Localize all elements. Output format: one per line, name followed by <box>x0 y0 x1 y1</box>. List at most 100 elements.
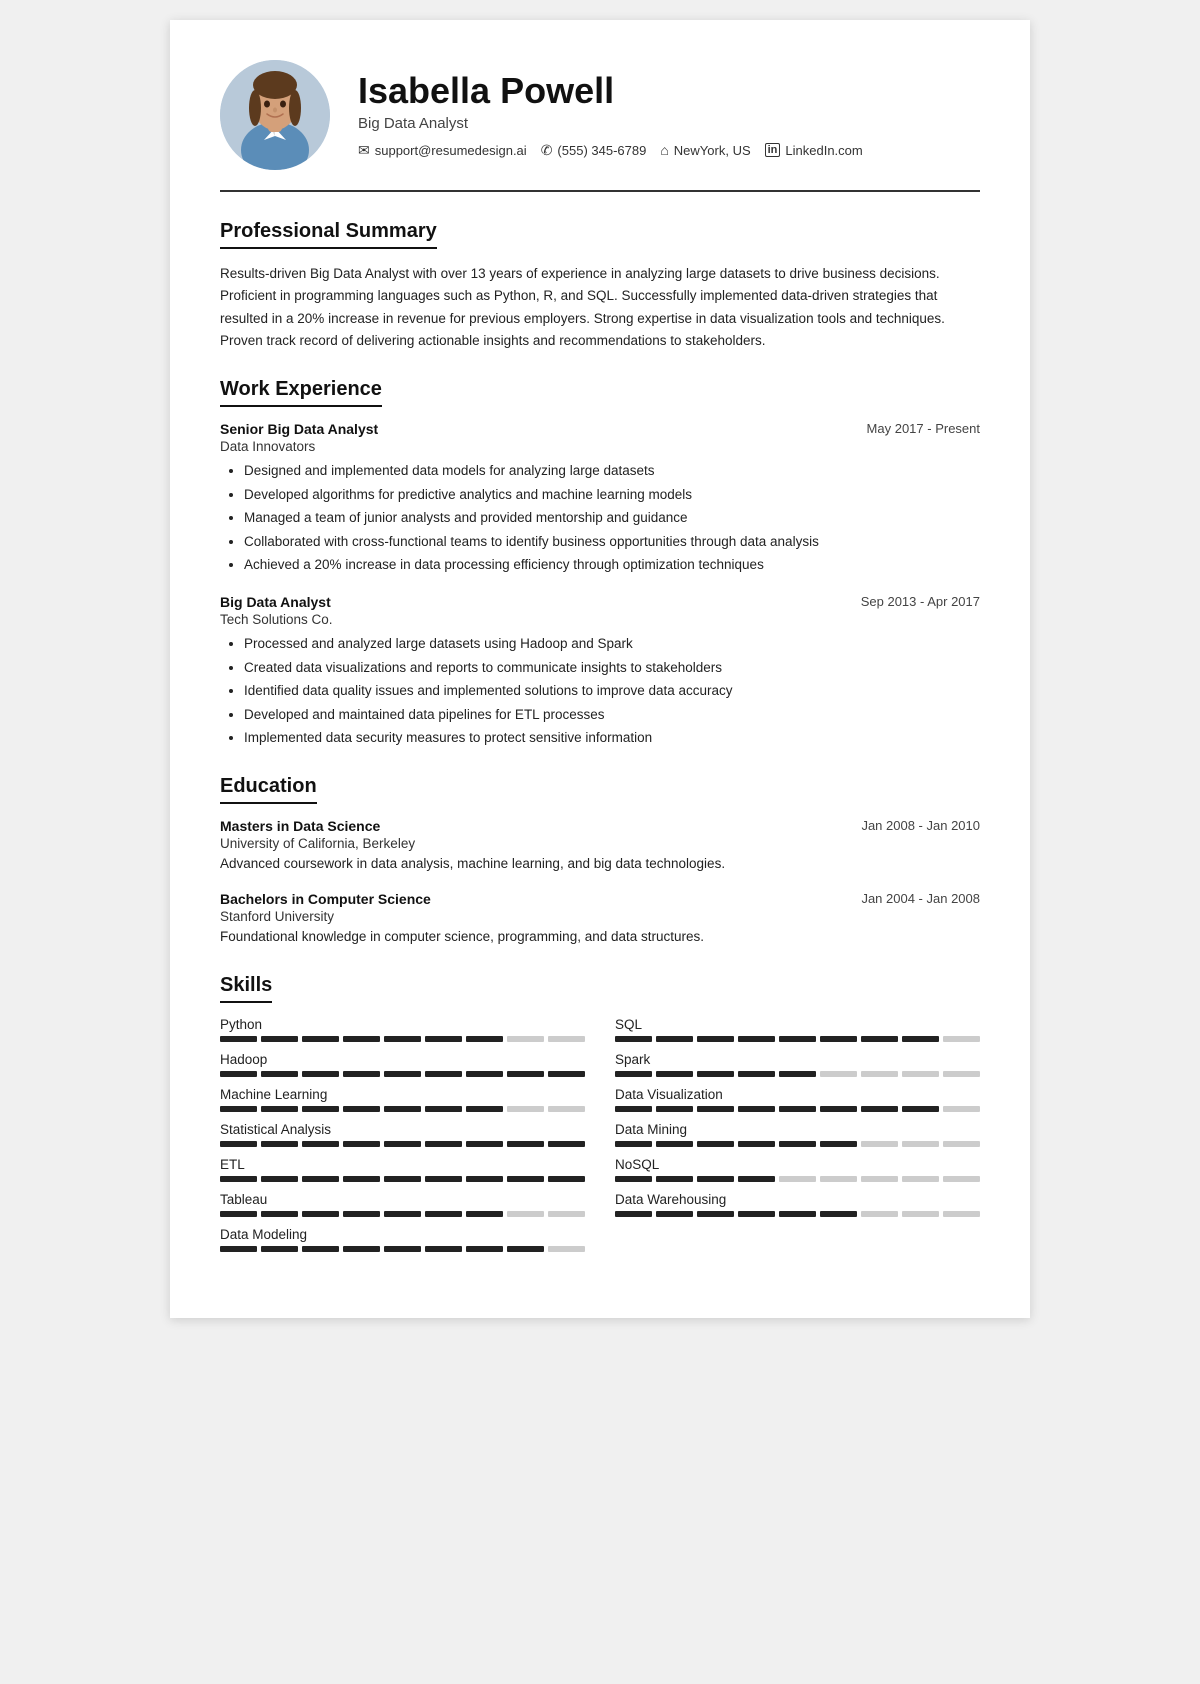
skill-item-7: Data Mining <box>615 1122 980 1147</box>
skill-segment <box>820 1106 857 1112</box>
skill-segment <box>507 1071 544 1077</box>
location-icon: ⌂ <box>660 142 668 158</box>
skills-section: Skills PythonSQLHadoopSparkMachine Learn… <box>220 974 980 1252</box>
resume-header: Isabella Powell Big Data Analyst ✉ suppo… <box>220 60 980 192</box>
skill-segment <box>902 1211 939 1217</box>
skill-segment <box>902 1176 939 1182</box>
skill-segment <box>466 1176 503 1182</box>
job-0-header: Senior Big Data Analyst May 2017 - Prese… <box>220 421 980 437</box>
skill-segment <box>343 1246 380 1252</box>
skill-name-4: Machine Learning <box>220 1087 585 1102</box>
job-0-date: May 2017 - Present <box>867 421 980 436</box>
skill-segment <box>779 1036 816 1042</box>
skills-title: Skills <box>220 974 272 1003</box>
edu-1-desc: Foundational knowledge in computer scien… <box>220 927 980 948</box>
skill-segment <box>343 1141 380 1147</box>
contact-list: ✉ support@resumedesign.ai ✆ (555) 345-67… <box>358 142 980 159</box>
skill-segment <box>861 1211 898 1217</box>
skill-segment <box>820 1176 857 1182</box>
skill-bar-12 <box>220 1246 585 1252</box>
job-0-company: Data Innovators <box>220 439 980 454</box>
phone-value: (555) 345-6789 <box>557 143 646 158</box>
skill-segment <box>548 1211 585 1217</box>
skill-segment <box>220 1211 257 1217</box>
avatar <box>220 60 330 170</box>
skill-segment <box>425 1106 462 1112</box>
edu-0-desc: Advanced coursework in data analysis, ma… <box>220 854 980 875</box>
skill-segment <box>384 1246 421 1252</box>
email-value: support@resumedesign.ai <box>375 143 527 158</box>
summary-section: Professional Summary Results-driven Big … <box>220 220 980 352</box>
skill-segment <box>861 1176 898 1182</box>
skill-segment <box>615 1211 652 1217</box>
skill-name-12: Data Modeling <box>220 1227 585 1242</box>
skill-segment <box>220 1141 257 1147</box>
skill-segment <box>902 1106 939 1112</box>
list-item: Implemented data security measures to pr… <box>244 727 980 749</box>
skill-segment <box>343 1071 380 1077</box>
skill-segment <box>615 1141 652 1147</box>
skill-segment <box>425 1246 462 1252</box>
skill-segment <box>302 1071 339 1077</box>
skill-segment <box>548 1246 585 1252</box>
linkedin-value: LinkedIn.com <box>785 143 862 158</box>
list-item: Developed and maintained data pipelines … <box>244 704 980 726</box>
skill-segment <box>220 1246 257 1252</box>
skill-segment <box>302 1106 339 1112</box>
skill-segment <box>261 1141 298 1147</box>
skill-segment <box>697 1036 734 1042</box>
skill-item-9: NoSQL <box>615 1157 980 1182</box>
skill-item-12: Data Modeling <box>220 1227 585 1252</box>
job-0: Senior Big Data Analyst May 2017 - Prese… <box>220 421 980 576</box>
skill-segment <box>656 1036 693 1042</box>
job-1-bullets: Processed and analyzed large datasets us… <box>220 633 980 749</box>
skill-segment <box>302 1036 339 1042</box>
skill-segment <box>656 1176 693 1182</box>
skill-segment <box>820 1036 857 1042</box>
skill-segment <box>507 1141 544 1147</box>
skill-segment <box>220 1176 257 1182</box>
skill-segment <box>697 1141 734 1147</box>
skill-segment <box>384 1071 421 1077</box>
skill-segment <box>615 1176 652 1182</box>
list-item: Collaborated with cross-functional teams… <box>244 531 980 553</box>
skill-segment <box>615 1036 652 1042</box>
skill-segment <box>261 1106 298 1112</box>
skill-segment <box>779 1106 816 1112</box>
edu-1-date: Jan 2004 - Jan 2008 <box>861 891 980 906</box>
skill-segment <box>861 1141 898 1147</box>
list-item: Managed a team of junior analysts and pr… <box>244 507 980 529</box>
skill-segment <box>738 1106 775 1112</box>
skill-segment <box>779 1176 816 1182</box>
skill-bar-3 <box>615 1071 980 1077</box>
list-item: Identified data quality issues and imple… <box>244 680 980 702</box>
skill-segment <box>548 1176 585 1182</box>
skill-segment <box>943 1176 980 1182</box>
skill-segment <box>697 1106 734 1112</box>
job-1: Big Data Analyst Sep 2013 - Apr 2017 Tec… <box>220 594 980 749</box>
list-item: Designed and implemented data models for… <box>244 460 980 482</box>
skill-segment <box>302 1246 339 1252</box>
skill-bar-4 <box>220 1106 585 1112</box>
skill-segment <box>507 1176 544 1182</box>
skill-segment <box>261 1036 298 1042</box>
candidate-name: Isabella Powell <box>358 71 980 111</box>
skill-segment <box>943 1071 980 1077</box>
skill-segment <box>738 1211 775 1217</box>
skill-segment <box>466 1036 503 1042</box>
skill-segment <box>820 1211 857 1217</box>
skill-segment <box>943 1106 980 1112</box>
skill-item-5: Data Visualization <box>615 1087 980 1112</box>
edu-1-degree: Bachelors in Computer Science <box>220 891 431 907</box>
location-value: NewYork, US <box>674 143 751 158</box>
edu-0-school: University of California, Berkeley <box>220 836 980 851</box>
skill-segment <box>548 1141 585 1147</box>
skill-segment <box>466 1211 503 1217</box>
skill-segment <box>697 1071 734 1077</box>
skill-segment <box>656 1071 693 1077</box>
skill-item-2: Hadoop <box>220 1052 585 1077</box>
skill-segment <box>902 1141 939 1147</box>
skill-bar-5 <box>615 1106 980 1112</box>
skill-segment <box>615 1106 652 1112</box>
skill-segment <box>738 1176 775 1182</box>
